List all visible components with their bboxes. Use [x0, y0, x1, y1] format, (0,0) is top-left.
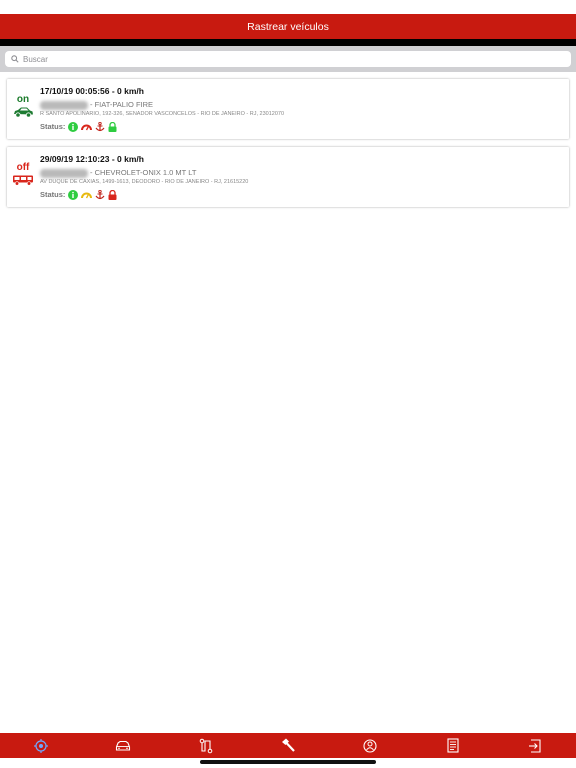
hammer-icon: [282, 738, 296, 752]
route-icon: [199, 738, 213, 753]
vehicle-model: - FIAT-PALIO FIRE: [90, 100, 154, 109]
navigation-bar: Rastrear veículos: [0, 14, 576, 39]
driver-icon: [363, 738, 377, 753]
vehicle-model: - CHEVROLET-ONIX 1.0 MT LT: [90, 168, 197, 177]
lock-icon: [108, 122, 117, 132]
tab-driver[interactable]: [350, 733, 390, 758]
vehicle-card[interactable]: on 17/10/19 00:05:56 - 0 km/h - FIAT-PAL…: [7, 79, 569, 139]
bottom-tab-bar: [0, 733, 576, 758]
search-icon: [11, 55, 19, 63]
tab-tools[interactable]: [268, 733, 308, 758]
truck-icon: [13, 175, 33, 186]
logout-icon: [528, 738, 541, 753]
vehicle-status-row: Status:: [40, 189, 248, 201]
status-bar: [0, 0, 576, 14]
vehicle-address: R SANTO APOLINARIO, 192-326, SENADOR VAS…: [40, 111, 285, 117]
tab-locate[interactable]: [21, 733, 61, 758]
status-label: Status:: [40, 122, 66, 131]
tab-reports[interactable]: [433, 733, 473, 758]
anchor-icon: [95, 190, 105, 200]
car-icon: [116, 740, 131, 751]
search-bar-container: [0, 46, 576, 72]
vehicle-plate-model: - FIAT-PALIO FIRE: [40, 99, 284, 110]
status-label: Status:: [40, 190, 66, 199]
page-title: Rastrear veículos: [247, 20, 329, 33]
search-bar[interactable]: [5, 51, 571, 67]
home-indicator[interactable]: [200, 760, 376, 764]
blurred-plate: [40, 168, 88, 178]
locate-icon: [34, 738, 49, 753]
tab-routes[interactable]: [186, 733, 226, 758]
vehicle-plate-model: - CHEVROLET-ONIX 1.0 MT LT: [40, 167, 248, 178]
tab-logout[interactable]: [515, 733, 555, 758]
tab-vehicles[interactable]: [103, 733, 143, 758]
info-icon: [68, 190, 79, 200]
vehicle-address: AV DUQUE DE CAXIAS, 1499-1613, DEODORO -…: [40, 179, 249, 185]
search-input[interactable]: [23, 52, 543, 66]
report-icon: [446, 738, 459, 753]
header-divider: [0, 39, 576, 46]
car-icon: [14, 107, 33, 118]
vehicle-state-label: off: [16, 162, 30, 173]
blurred-plate: [40, 100, 88, 110]
anchor-icon: [95, 122, 105, 132]
info-icon: [68, 122, 79, 132]
lock-icon: [108, 190, 117, 200]
vehicle-state-badge: on: [10, 95, 36, 123]
vehicle-datetime-speed: 17/10/19 00:05:56 - 0 km/h: [40, 86, 144, 96]
vehicle-state-label: on: [16, 94, 30, 105]
vehicle-datetime-speed: 29/09/19 12:10:23 - 0 km/h: [40, 154, 144, 164]
vehicle-status-row: Status:: [40, 121, 284, 133]
vehicle-state-badge: off: [10, 163, 36, 191]
speedometer-icon: [81, 190, 93, 200]
vehicle-card[interactable]: off 29/09/19 12:10:23 - 0 km/h - CHEVROL…: [7, 147, 569, 207]
speedometer-icon: [81, 122, 93, 132]
